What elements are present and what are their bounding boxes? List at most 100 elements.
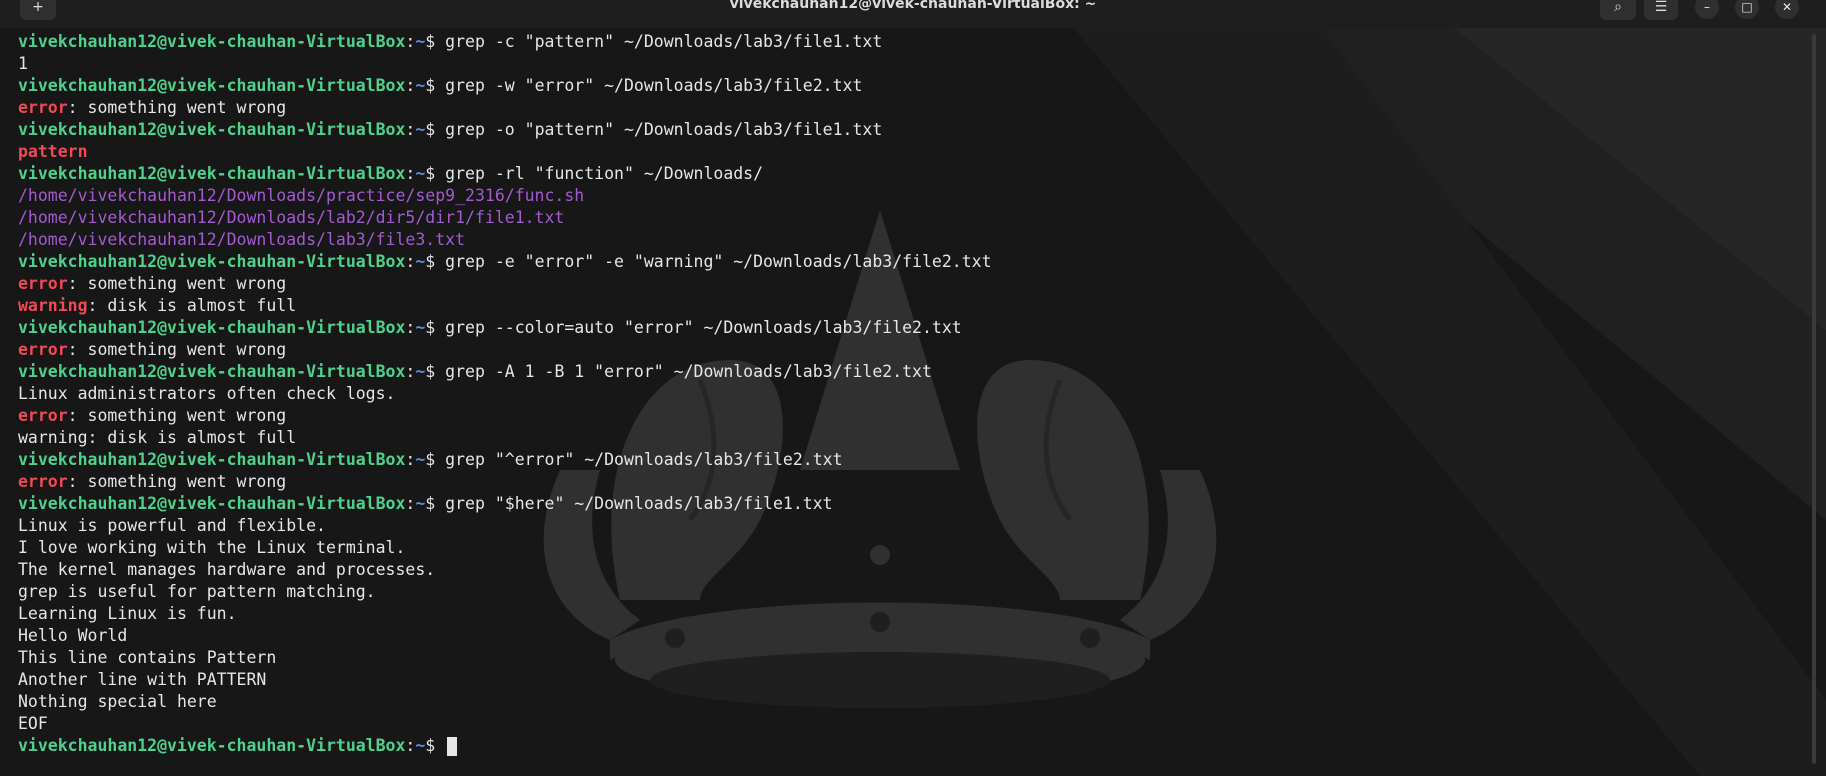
command-text: grep -c "pattern" ~/Downloads/lab3/file1… bbox=[445, 32, 883, 51]
prompt-path: ~ bbox=[415, 736, 426, 755]
prompt-path: ~ bbox=[415, 120, 426, 139]
output-line: /home/vivekchauhan12/Downloads/practice/… bbox=[18, 185, 1798, 207]
prompt-path: ~ bbox=[415, 362, 426, 381]
output-file-path: /home/vivekchauhan12/Downloads/lab3/file… bbox=[18, 230, 466, 249]
prompt-user-host: vivekchauhan12@vivek-chauhan-VirtualBox bbox=[18, 736, 406, 755]
command-text: grep --color=auto "error" ~/Downloads/la… bbox=[445, 318, 962, 337]
output-text: Another line with PATTERN bbox=[18, 670, 267, 689]
output-line: This line contains Pattern bbox=[18, 647, 1798, 669]
command-text: grep "$here" ~/Downloads/lab3/file1.txt bbox=[445, 494, 833, 513]
grep-match-highlight: error bbox=[18, 406, 68, 425]
output-line: error: something went wrong bbox=[18, 471, 1798, 493]
terminal-output[interactable]: vivekchauhan12@vivek-chauhan-VirtualBox:… bbox=[18, 31, 1798, 757]
output-line: error: something went wrong bbox=[18, 339, 1798, 361]
command-text: grep -w "error" ~/Downloads/lab3/file2.t… bbox=[445, 76, 863, 95]
output-file-path: /home/vivekchauhan12/Downloads/practice/… bbox=[18, 186, 585, 205]
grep-match-highlight: error bbox=[18, 274, 68, 293]
prompt-symbol: $ bbox=[425, 164, 446, 183]
prompt-symbol: $ bbox=[425, 736, 446, 755]
output-text: This line contains Pattern bbox=[18, 648, 277, 667]
prompt-symbol: $ bbox=[425, 252, 446, 271]
prompt-user-host: vivekchauhan12@vivek-chauhan-VirtualBox bbox=[18, 76, 406, 95]
prompt-user-host: vivekchauhan12@vivek-chauhan-VirtualBox bbox=[18, 120, 406, 139]
output-text: : disk is almost full bbox=[87, 296, 297, 315]
output-text: 1 bbox=[18, 54, 28, 73]
menu-button[interactable]: ☰ bbox=[1644, 0, 1678, 20]
output-line: Linux administrators often check logs. bbox=[18, 383, 1798, 405]
prompt-line: vivekchauhan12@vivek-chauhan-VirtualBox:… bbox=[18, 361, 1798, 383]
prompt-line: vivekchauhan12@vivek-chauhan-VirtualBox:… bbox=[18, 163, 1798, 185]
output-text: Linux is powerful and flexible. bbox=[18, 516, 326, 535]
command-text: grep -o "pattern" ~/Downloads/lab3/file1… bbox=[445, 120, 883, 139]
output-line: Hello World bbox=[18, 625, 1798, 647]
prompt-path: ~ bbox=[415, 164, 426, 183]
prompt-separator: : bbox=[405, 736, 416, 755]
output-line: error: something went wrong bbox=[18, 405, 1798, 427]
command-text: grep "^error" ~/Downloads/lab3/file2.txt bbox=[445, 450, 843, 469]
prompt-path: ~ bbox=[415, 32, 426, 51]
output-line: I love working with the Linux terminal. bbox=[18, 537, 1798, 559]
window-title: vivekchauhan12@vivek-chauhan-VirtualBox:… bbox=[729, 0, 1097, 12]
prompt-user-host: vivekchauhan12@vivek-chauhan-VirtualBox bbox=[18, 32, 406, 51]
output-text: : something went wrong bbox=[67, 98, 287, 117]
terminal-window: + vivekchauhan12@vivek-chauhan-VirtualBo… bbox=[0, 0, 1826, 776]
grep-match-highlight: warning bbox=[18, 296, 88, 315]
search-button[interactable]: ⌕ bbox=[1600, 0, 1636, 20]
search-icon: ⌕ bbox=[1614, 0, 1622, 15]
prompt-line: vivekchauhan12@vivek-chauhan-VirtualBox:… bbox=[18, 493, 1798, 515]
output-text: : something went wrong bbox=[67, 274, 287, 293]
minimize-icon: – bbox=[1704, 0, 1710, 14]
output-line: error: something went wrong bbox=[18, 273, 1798, 295]
close-icon: ✕ bbox=[1781, 0, 1793, 14]
output-text: The kernel manages hardware and processe… bbox=[18, 560, 436, 579]
prompt-separator: : bbox=[405, 252, 416, 271]
prompt-separator: : bbox=[405, 362, 416, 381]
prompt-user-host: vivekchauhan12@vivek-chauhan-VirtualBox bbox=[18, 450, 406, 469]
prompt-separator: : bbox=[405, 450, 416, 469]
output-line: error: something went wrong bbox=[18, 97, 1798, 119]
prompt-line: vivekchauhan12@vivek-chauhan-VirtualBox:… bbox=[18, 75, 1798, 97]
scrollbar[interactable] bbox=[1812, 34, 1816, 764]
output-file-path: /home/vivekchauhan12/Downloads/lab2/dir5… bbox=[18, 208, 565, 227]
close-button[interactable]: ✕ bbox=[1775, 0, 1799, 19]
prompt-path: ~ bbox=[415, 252, 426, 271]
output-text: : something went wrong bbox=[67, 340, 287, 359]
output-line: The kernel manages hardware and processe… bbox=[18, 559, 1798, 581]
output-text: Learning Linux is fun. bbox=[18, 604, 237, 623]
prompt-line: vivekchauhan12@vivek-chauhan-VirtualBox:… bbox=[18, 119, 1798, 141]
grep-match-highlight: error bbox=[18, 340, 68, 359]
prompt-path: ~ bbox=[415, 76, 426, 95]
prompt-user-host: vivekchauhan12@vivek-chauhan-VirtualBox bbox=[18, 362, 406, 381]
output-line: warning: disk is almost full bbox=[18, 295, 1798, 317]
prompt-separator: : bbox=[405, 318, 416, 337]
prompt-user-host: vivekchauhan12@vivek-chauhan-VirtualBox bbox=[18, 318, 406, 337]
prompt-line: vivekchauhan12@vivek-chauhan-VirtualBox:… bbox=[18, 251, 1798, 273]
output-text: EOF bbox=[18, 714, 48, 733]
prompt-symbol: $ bbox=[425, 76, 446, 95]
prompt-user-host: vivekchauhan12@vivek-chauhan-VirtualBox bbox=[18, 252, 406, 271]
output-text: Nothing special here bbox=[18, 692, 217, 711]
prompt-symbol: $ bbox=[425, 120, 446, 139]
command-text: grep -e "error" -e "warning" ~/Downloads… bbox=[445, 252, 992, 271]
output-line: warning: disk is almost full bbox=[18, 427, 1798, 449]
prompt-line: vivekchauhan12@vivek-chauhan-VirtualBox:… bbox=[18, 317, 1798, 339]
prompt-path: ~ bbox=[415, 494, 426, 513]
prompt-line: vivekchauhan12@vivek-chauhan-VirtualBox:… bbox=[18, 449, 1798, 471]
output-line: pattern bbox=[18, 141, 1798, 163]
prompt-symbol: $ bbox=[425, 318, 446, 337]
output-line: Learning Linux is fun. bbox=[18, 603, 1798, 625]
maximize-button[interactable]: □ bbox=[1735, 0, 1759, 19]
minimize-button[interactable]: – bbox=[1695, 0, 1719, 19]
prompt-separator: : bbox=[405, 494, 416, 513]
output-text: grep is useful for pattern matching. bbox=[18, 582, 376, 601]
title-bar: + vivekchauhan12@vivek-chauhan-VirtualBo… bbox=[0, 0, 1826, 28]
maximize-icon: □ bbox=[1741, 0, 1753, 14]
command-text: grep -A 1 -B 1 "error" ~/Downloads/lab3/… bbox=[445, 362, 932, 381]
prompt-separator: : bbox=[405, 32, 416, 51]
output-text: warning: disk is almost full bbox=[18, 428, 297, 447]
output-text: Linux administrators often check logs. bbox=[18, 384, 396, 403]
prompt-separator: : bbox=[405, 120, 416, 139]
hamburger-menu-icon: ☰ bbox=[1654, 0, 1668, 15]
output-line: 1 bbox=[18, 53, 1798, 75]
prompt-line: vivekchauhan12@vivek-chauhan-VirtualBox:… bbox=[18, 735, 1798, 757]
